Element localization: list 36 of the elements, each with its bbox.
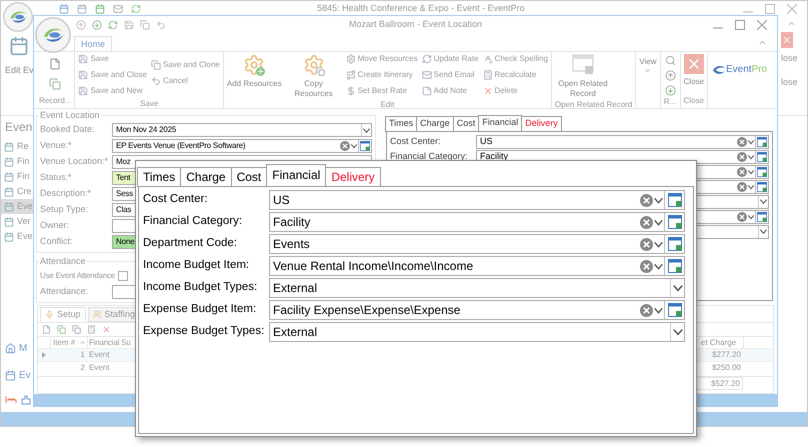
table-cell-text: 2 [80, 362, 86, 374]
field-label: Department Code: [143, 236, 238, 252]
field-label: Venue Location:* [40, 155, 110, 168]
group-label: R... [662, 96, 678, 108]
field-label: Expense Budget Types: [143, 324, 266, 340]
group-label: Open Related Record [554, 99, 634, 111]
table-cell-text: Event [88, 362, 110, 374]
logo-text: EventPro [726, 63, 768, 77]
field-label: Cost Center: [390, 134, 442, 148]
group-label: Save [139, 98, 160, 110]
table-cell-text: $250.00 [711, 362, 742, 374]
field-label: Cost Center: [143, 192, 209, 208]
field-label: Attendance: [40, 285, 90, 298]
table-cell-text: $277.20 [711, 349, 742, 361]
window-title: Mozart Ballroom - Event Location [349, 18, 482, 32]
field-label: Income Budget Item: [143, 258, 250, 274]
table-cell-text: Event [88, 349, 110, 361]
group-label: Edit [380, 99, 396, 111]
field-label: Description:* [40, 187, 92, 200]
field-label: Expense Budget Item: [143, 302, 258, 318]
group-label: lose [781, 76, 798, 88]
field-label: Booked Date: [40, 123, 96, 136]
field-label: Owner: [40, 219, 70, 232]
field-label: Financial Category: [143, 214, 244, 230]
window-title: 5845: Health Conference & Expo - Event - EventPro [317, 2, 525, 15]
field-label: Setup Type: [40, 203, 89, 216]
table-cell-text: 1 [80, 349, 86, 361]
group-label: Close [682, 95, 705, 107]
sidebar-heading: Even [5, 119, 32, 136]
field-label: Status:* [40, 171, 73, 184]
field-label: Financial Category: [390, 150, 469, 163]
group-label: Record... [38, 95, 72, 107]
field-label: Conflict: [40, 235, 74, 248]
checkbox-label: Use Event Attendance [40, 270, 116, 282]
field-label: Venue:* [40, 139, 73, 152]
field-label: Income Budget Types: [143, 280, 258, 296]
